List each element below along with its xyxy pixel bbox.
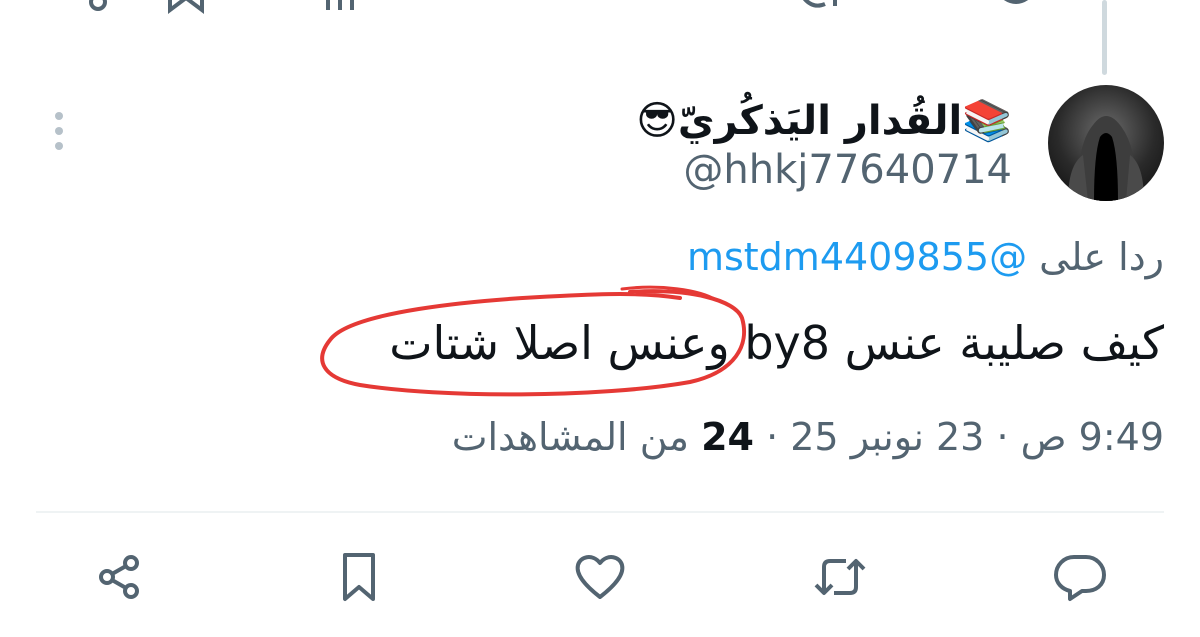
share-icon[interactable] [72, 0, 124, 18]
bookmark-icon [343, 553, 375, 601]
tweet-date: 23 نونبر 25 [790, 415, 985, 459]
replying-to-label: ردا على [1039, 235, 1164, 279]
tweet-action-bar [0, 540, 1200, 620]
views-count[interactable]: 24 [701, 415, 754, 459]
tweet-text: كيف صليبة عنس by8 وعنس اصلا شتات [389, 316, 1164, 370]
author-display-name[interactable]: 📚القُدار اليَذكُريّ😎 [636, 96, 1012, 146]
bookmark-icon[interactable] [160, 0, 212, 18]
replying-to: ردا على @mstdm4409855 [687, 234, 1164, 280]
bookmark-button[interactable] [322, 540, 396, 614]
tweet-meta: 9:49 ص · 23 نونبر 25 · 24 من المشاهدات [452, 414, 1164, 460]
tweet-detail-page: 1 2 [0, 0, 1200, 637]
share-button[interactable] [82, 540, 156, 614]
share-icon [99, 555, 139, 599]
author-handle[interactable]: @hhkj77640714 [683, 146, 1012, 194]
retweet-button[interactable] [803, 540, 877, 614]
avatar[interactable] [1048, 85, 1164, 201]
retweet-icon [814, 559, 866, 595]
meta-separator: · [766, 415, 779, 459]
retweet-icon[interactable] [795, 0, 847, 18]
tweet-time: 9:49 ص [1020, 415, 1164, 459]
divider [36, 511, 1164, 513]
views-icon[interactable] [320, 0, 372, 18]
like-button[interactable] [563, 540, 637, 614]
meta-separator: · [996, 415, 1009, 459]
reply-button[interactable] [1043, 540, 1117, 614]
heart-icon[interactable] [565, 0, 617, 18]
reply-icon [1054, 555, 1106, 601]
more-options-button[interactable] [44, 112, 74, 150]
previous-tweet-action-bar: 1 2 [0, 0, 1200, 15]
vertical-ellipsis-icon [55, 112, 63, 120]
reply-icon[interactable] [990, 0, 1042, 18]
replying-to-mention[interactable]: @mstdm4409855 [687, 235, 1027, 279]
heart-icon [575, 555, 625, 599]
views-label[interactable]: من المشاهدات [452, 415, 689, 459]
thread-connector-line [1102, 0, 1107, 75]
